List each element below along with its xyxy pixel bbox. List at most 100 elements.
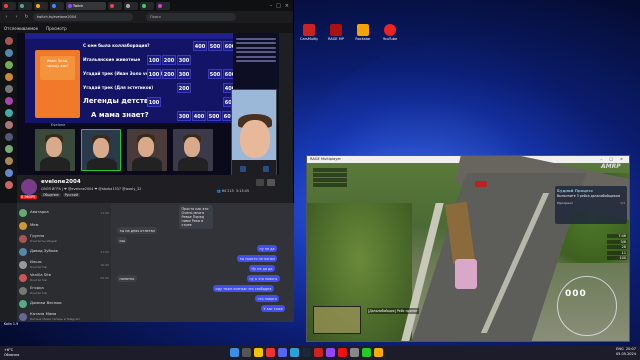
channel-avatar[interactable]	[4, 85, 13, 93]
browser-tab[interactable]	[2, 1, 16, 10]
weather-widget[interactable]: +6°C Облачно	[4, 348, 19, 357]
board-cell: 500	[208, 41, 222, 51]
start-icon[interactable]	[230, 348, 239, 357]
desktop-icon-ragemp[interactable]: RAGE MP	[327, 24, 345, 41]
telegram-icon[interactable]	[290, 348, 299, 357]
browser-tab[interactable]	[124, 1, 138, 10]
dm-item[interactable]: Егорка Контактов	[19, 284, 109, 297]
channel-avatar[interactable]	[4, 97, 13, 105]
cam-body	[178, 157, 208, 171]
app-icon	[384, 24, 396, 36]
discord-icon[interactable]	[278, 348, 287, 357]
quest-body: Выполните 3 рейса дальнобойщиком	[557, 194, 621, 198]
dm-item[interactable]: Vanilla Site Контактов 09:30	[19, 271, 109, 284]
dm-item[interactable]: Домики Весною	[19, 297, 109, 310]
speed-value: 000	[565, 289, 587, 299]
taskbar: +6°C Облачно ENG 20:07 05.05.2024	[0, 346, 640, 360]
browser-tab[interactable]	[34, 1, 48, 10]
reload-icon[interactable]: ↻	[23, 14, 30, 21]
browser-tab[interactable]	[50, 1, 64, 10]
hud-stat: 3/6	[607, 239, 627, 244]
app-icon	[330, 24, 342, 36]
search-input[interactable]: Поиск	[146, 13, 236, 21]
channel-avatar[interactable]	[4, 109, 13, 117]
subscribe-button[interactable]	[267, 179, 275, 186]
ragemp-icon[interactable]	[314, 348, 323, 357]
favicon-icon	[158, 3, 162, 8]
dm-item[interactable]: Группа Контакты общей	[19, 232, 109, 245]
channel-info: В ЭФИРЕ evelone2004 СВОЯ ИГРА | ❤ @evelo…	[17, 175, 279, 203]
favicon-icon	[110, 3, 114, 8]
settings-icon[interactable]	[350, 348, 359, 357]
dm-item[interactable]: Катана Мама Катана Мама теперь в Telegram	[19, 310, 109, 323]
app-icon[interactable]	[374, 348, 383, 357]
nav-browse[interactable]: Просмотр	[46, 26, 67, 31]
system-tray[interactable]: ENG 20:07 05.05.2024	[616, 347, 636, 357]
browser-tab[interactable]	[140, 1, 154, 10]
close-icon[interactable]: ×	[285, 3, 289, 9]
channel-avatar[interactable]	[4, 61, 13, 69]
channel-avatar[interactable]	[4, 169, 13, 177]
control-button[interactable]	[262, 166, 269, 172]
channel-avatar[interactable]	[4, 133, 13, 141]
channel-avatar[interactable]	[21, 179, 37, 195]
address-bar: ‹ › ↻ twitch.tv/evelone2004 Поиск	[0, 11, 293, 23]
channel-avatar[interactable]	[4, 145, 13, 153]
back-icon[interactable]: ‹	[3, 14, 10, 21]
channel-avatar[interactable]	[4, 49, 13, 57]
viewers-value: 64 215	[221, 189, 234, 193]
control-button[interactable]	[239, 166, 246, 172]
url-input[interactable]: twitch.tv/evelone2004	[33, 13, 133, 21]
dm-item[interactable]: Аватарка 11:30	[19, 206, 109, 219]
cam-body	[40, 157, 70, 171]
window-controls[interactable]: – □ ×	[601, 156, 630, 163]
browser-tab[interactable]	[156, 1, 170, 10]
explorer-icon[interactable]	[254, 348, 263, 357]
app-icon	[357, 24, 369, 36]
favicon-icon	[4, 3, 8, 8]
channel-name[interactable]: evelone2004	[41, 179, 81, 185]
desktop-icon-youtube[interactable]: YouTube	[381, 24, 399, 41]
avatar	[19, 234, 27, 243]
desktop-icon-carsmp[interactable]: CarsMultiplayer	[300, 24, 318, 41]
avatar	[19, 299, 27, 308]
dm-item[interactable]: Давид Зубков 11:25	[19, 245, 109, 258]
follow-button[interactable]	[256, 179, 264, 186]
channel-avatar[interactable]	[4, 37, 13, 45]
hud-log	[313, 168, 373, 188]
desktop-icon-rockstar[interactable]: Rockstar	[354, 24, 372, 41]
hud-line	[313, 178, 347, 182]
browser-tab[interactable]	[108, 1, 122, 10]
board-cell: 300	[177, 55, 191, 65]
steam-icon[interactable]	[302, 348, 311, 357]
chat-message-own: У вас тоже	[261, 305, 286, 312]
twitch-icon[interactable]	[326, 348, 335, 357]
quest-progress-label: Прогресс	[557, 200, 574, 205]
forward-icon[interactable]: ›	[13, 14, 20, 21]
youtube-icon[interactable]	[338, 348, 347, 357]
nav-following[interactable]: Отслеживаемое	[4, 26, 38, 31]
channel-avatar[interactable]	[4, 157, 13, 165]
live-badge: В ЭФИРЕ	[20, 195, 37, 199]
browser-icon[interactable]	[266, 348, 275, 357]
board-cell: 100	[147, 69, 161, 79]
browser-tab-active[interactable]: Twitch	[66, 1, 106, 10]
browser-tab[interactable]	[18, 1, 32, 10]
dm-item[interactable]: Ильяс Контактов 10:40	[19, 258, 109, 271]
hud-line	[313, 183, 347, 187]
channel-avatar[interactable]	[4, 121, 13, 129]
channel-avatar[interactable]	[4, 181, 13, 189]
maximize-icon[interactable]: □	[276, 3, 281, 9]
search-icon[interactable]	[242, 348, 251, 357]
minimize-icon[interactable]: –	[270, 3, 273, 9]
stream-player[interactable]: Иван Золо, прошу вас! С кем была коллабо…	[17, 33, 279, 197]
sidebar-line	[236, 51, 276, 53]
avatar	[19, 221, 27, 230]
tag[interactable]: Общение	[41, 193, 61, 197]
sidebar-line	[236, 46, 276, 49]
channel-avatar[interactable]	[4, 73, 13, 81]
game-window[interactable]: RAGE Multiplayer – □ × AMRP Будний Проце…	[306, 155, 630, 342]
tag[interactable]: Русский	[62, 193, 80, 197]
dm-item[interactable]: Мем	[19, 219, 109, 232]
app-icon[interactable]	[362, 348, 371, 357]
